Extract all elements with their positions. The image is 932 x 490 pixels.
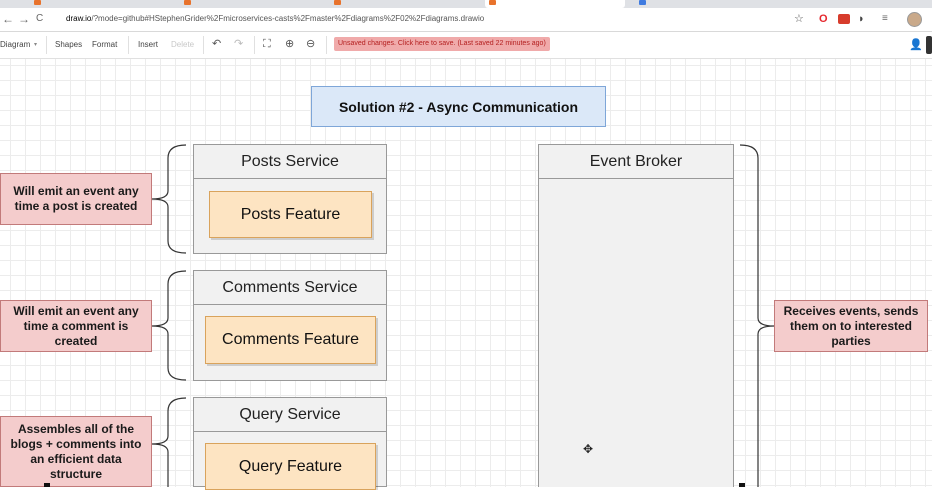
- note-query-assembles[interactable]: Assembles all of the blogs + comments in…: [0, 416, 152, 487]
- zoom-in-icon[interactable]: ⊕: [285, 37, 294, 51]
- format-button[interactable]: Format: [92, 38, 117, 52]
- move-cursor-icon: ✥: [583, 442, 594, 456]
- tab-favicon-icon: [184, 0, 191, 5]
- url-path: /?mode=github#HStephenGrider%2Fmicroserv…: [91, 14, 485, 23]
- browser-tab[interactable]: [635, 0, 775, 8]
- menu-lines-icon[interactable]: ≡: [882, 11, 888, 27]
- service-header: Posts Service: [194, 145, 386, 179]
- shapes-button[interactable]: Shapes: [55, 38, 82, 52]
- opera-extension-icon[interactable]: O: [819, 11, 828, 27]
- browser-tab[interactable]: [180, 0, 310, 8]
- note-comments-emit[interactable]: Will emit an event any time a comment is…: [0, 300, 152, 352]
- back-arrow-icon[interactable]: ←: [2, 11, 14, 27]
- zoom-out-icon[interactable]: ⊖: [306, 37, 315, 51]
- drawio-toolbar: Diagram ▾ Shapes Format Insert Delete ↶ …: [0, 32, 932, 59]
- browser-tab[interactable]: [330, 0, 460, 8]
- profile-avatar[interactable]: [907, 12, 922, 27]
- url-host: draw.io: [66, 14, 92, 23]
- ghostery-extension-icon[interactable]: ◗: [858, 11, 865, 27]
- tab-favicon-icon: [639, 0, 646, 5]
- service-header: Comments Service: [194, 271, 386, 305]
- service-header: Query Service: [194, 398, 386, 432]
- fullscreen-icon[interactable]: ⛶: [263, 37, 271, 51]
- posts-feature-box[interactable]: Posts Feature: [209, 191, 372, 238]
- browser-tab[interactable]: [30, 0, 160, 8]
- browser-tab-active[interactable]: [485, 0, 625, 8]
- bookmark-star-icon[interactable]: ☆: [794, 11, 804, 27]
- insert-button[interactable]: Insert: [138, 38, 158, 52]
- redo-icon[interactable]: ↷: [234, 37, 243, 51]
- browser-tab-strip: [0, 0, 932, 8]
- forward-arrow-icon[interactable]: →: [18, 11, 30, 27]
- diagram-menu[interactable]: Diagram: [0, 38, 30, 52]
- tab-favicon-icon: [334, 0, 341, 5]
- edge-mark: [739, 483, 745, 487]
- user-icon[interactable]: 👤: [909, 38, 923, 51]
- url-field[interactable]: draw.io/?mode=github#HStephenGrider%2Fmi…: [66, 12, 484, 26]
- undo-icon[interactable]: ↶: [212, 37, 221, 51]
- toolbar-divider: [203, 36, 204, 54]
- tab-favicon-icon: [34, 0, 41, 5]
- event-broker-box[interactable]: Event Broker: [538, 144, 734, 487]
- toolbar-divider: [46, 36, 47, 54]
- unsaved-changes-banner[interactable]: Unsaved changes. Click here to save. (La…: [334, 37, 550, 51]
- reload-icon[interactable]: C: [36, 11, 43, 27]
- comments-feature-box[interactable]: Comments Feature: [205, 316, 376, 364]
- diagram-title[interactable]: Solution #2 - Async Communication: [311, 86, 606, 127]
- note-broker-receives[interactable]: Receives events, sends them on to intere…: [774, 300, 928, 352]
- delete-button[interactable]: Delete: [171, 38, 194, 52]
- tab-favicon-icon: [489, 0, 496, 5]
- query-feature-box[interactable]: Query Feature: [205, 443, 376, 490]
- address-bar-row: ← → C draw.io/?mode=github#HStephenGride…: [0, 8, 932, 32]
- note-posts-emit[interactable]: Will emit an event any time a post is cr…: [0, 173, 152, 225]
- edge-mark: [44, 483, 50, 487]
- toolbar-divider: [128, 36, 129, 54]
- format-panel-toggle[interactable]: [926, 36, 932, 54]
- chevron-down-icon[interactable]: ▾: [34, 38, 37, 52]
- toolbar-divider: [326, 36, 327, 54]
- toolbar-divider: [254, 36, 255, 54]
- broker-header: Event Broker: [539, 145, 733, 179]
- extension-icon[interactable]: [838, 14, 850, 24]
